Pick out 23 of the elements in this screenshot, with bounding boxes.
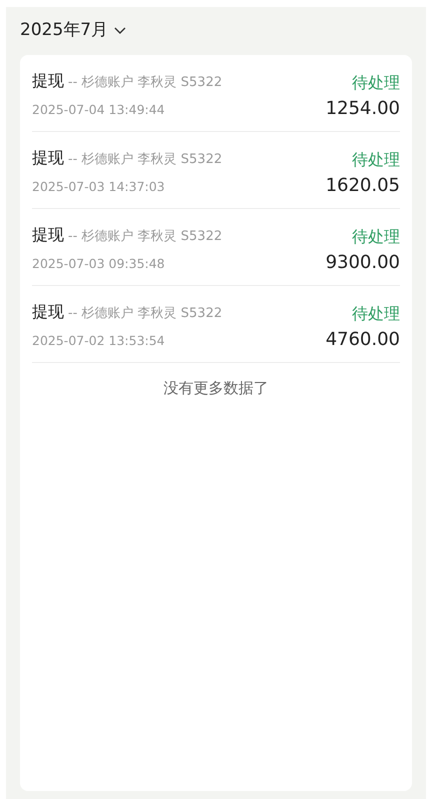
record-type: 提现 xyxy=(32,147,64,169)
record-amount: 1620.05 xyxy=(326,174,400,198)
record-account: -- 杉德账户 李秋灵 S5322 xyxy=(68,151,222,169)
record-amount: 4760.00 xyxy=(326,328,400,352)
record-amount: 9300.00 xyxy=(326,251,400,275)
record-time: 2025-07-02 13:53:54 xyxy=(32,332,166,350)
record-account: -- 杉德账户 李秋灵 S5322 xyxy=(68,228,222,246)
record-time: 2025-07-04 13:49:44 xyxy=(32,101,166,119)
record-status: 待处理 xyxy=(352,303,400,325)
record-status: 待处理 xyxy=(352,72,400,94)
month-picker[interactable]: 2025年7月 xyxy=(20,7,412,55)
chevron-icon xyxy=(114,27,126,35)
record-type: 提现 xyxy=(32,70,64,92)
record-time: 2025-07-03 14:37:03 xyxy=(32,178,166,196)
record-account: -- 杉德账户 李秋灵 S5322 xyxy=(68,74,222,92)
record-time: 2025-07-03 09:35:48 xyxy=(32,255,166,273)
record-type: 提现 xyxy=(32,224,64,246)
record-account: -- 杉德账户 李秋灵 S5322 xyxy=(68,305,222,323)
end-note: 没有更多数据了 xyxy=(164,378,268,399)
record-status: 待处理 xyxy=(352,149,400,171)
record-status: 待处理 xyxy=(352,226,400,248)
record-amount: 1254.00 xyxy=(326,97,400,121)
record-type: 提现 xyxy=(32,301,64,323)
